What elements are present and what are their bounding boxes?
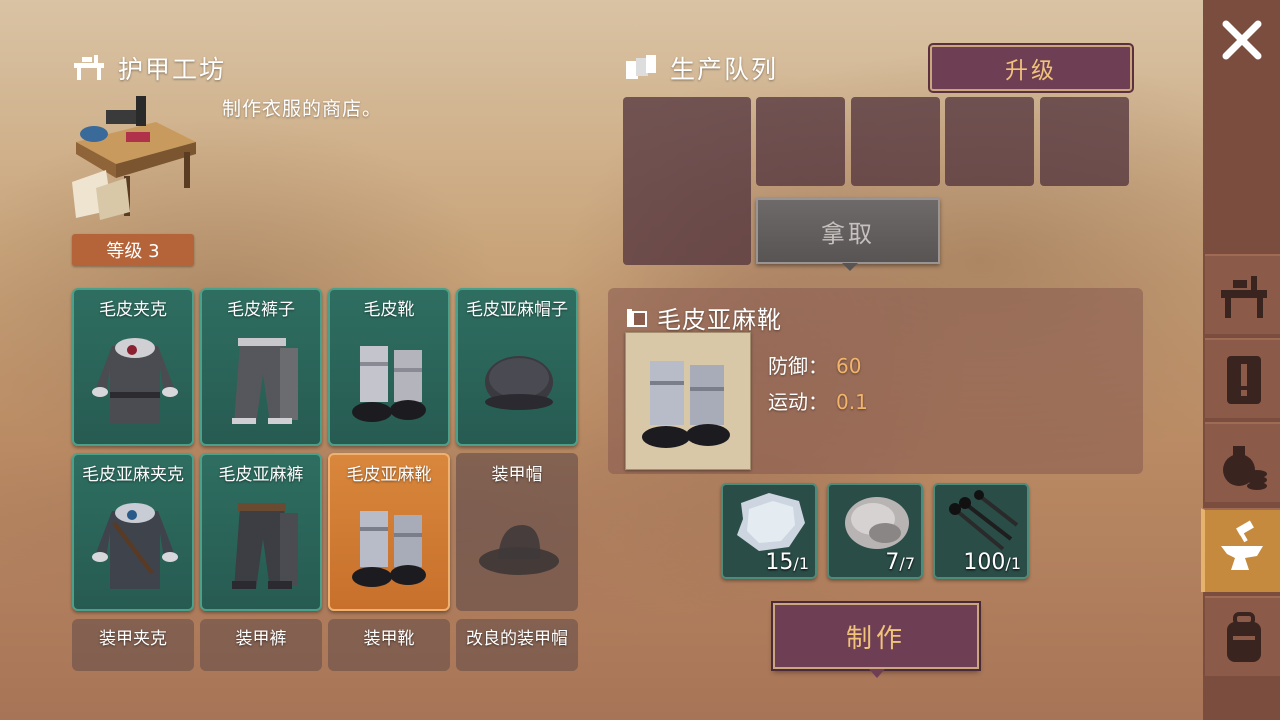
fur-hat-icon [485,356,553,410]
close-icon[interactable] [1214,12,1270,68]
item-name: 毛皮亚麻靴 [346,465,432,485]
defense-stat: 防御： 60 [768,350,861,379]
material-slot-fur[interactable]: 7/7 [827,483,923,579]
item-card-fur-linen-hat[interactable]: 毛皮亚麻帽子 [456,288,578,446]
fur-linen-boots-icon [642,361,730,448]
quest-scroll-icon [1227,356,1261,404]
queue-slot[interactable] [945,97,1034,186]
queue-slot[interactable] [1040,97,1129,186]
item-name: 装甲裤 [235,629,287,649]
coin-bag-icon [1223,446,1267,490]
queue-slot-main[interactable] [623,97,751,265]
item-card-fur-jacket[interactable]: 毛皮夹克 [72,288,194,446]
workshop-title-text: 护甲工坊 [118,55,227,84]
item-name: 改良的装甲帽 [466,629,568,649]
item-name: 毛皮裤子 [227,300,295,320]
hide-icon [737,493,805,551]
fur-linen-jacket-icon [92,503,178,589]
item-card-fur-pants[interactable]: 毛皮裤子 [200,288,322,446]
fur-jacket-icon [92,338,178,424]
item-card-armored-boots[interactable]: 装甲靴 [328,619,450,671]
material-slot-hide[interactable]: 15/1 [721,483,817,579]
material-count: 100/1 [963,550,1021,575]
item-name: 毛皮亚麻帽子 [466,300,568,320]
item-card-fur-linen-boots[interactable]: 毛皮亚麻靴 [328,453,450,611]
item-name: 毛皮靴 [363,300,415,320]
tab-quests[interactable] [1205,338,1280,418]
queue-title: 生产队列 [624,50,778,86]
item-card-fur-linen-jacket[interactable]: 毛皮亚麻夹克 [72,453,194,611]
movement-value: 0.1 [836,390,868,414]
armored-hat-icon [479,525,559,575]
queue-icon [626,55,656,79]
tab-backpack[interactable] [1205,596,1280,676]
fur-linen-pants-icon [232,503,298,589]
item-name: 毛皮亚麻裤 [218,465,304,485]
take-button[interactable]: 拿取 [756,198,940,271]
item-name: 毛皮亚麻夹克 [82,465,184,485]
item-name: 毛皮夹克 [99,300,167,320]
defense-label: 防御： [768,354,828,378]
workshop-title: 护甲工坊 [72,50,226,86]
item-card-armored-pants[interactable]: 装甲裤 [200,619,322,671]
backpack-icon [1227,612,1261,662]
workbench-icon [74,55,104,80]
fur-boots-icon [352,346,426,422]
item-card-fur-linen-pants[interactable]: 毛皮亚麻裤 [200,453,322,611]
anvil-icon [1221,520,1263,570]
fur-pants-icon [232,338,298,424]
workbench-icon [1221,276,1267,318]
queue-slot[interactable] [756,97,845,186]
material-slot-nails[interactable]: 100/1 [933,483,1029,579]
item-card-improved-armored-hat[interactable]: 改良的装甲帽 [456,619,578,671]
defense-value: 60 [836,354,862,378]
item-detail-title-text: 毛皮亚麻靴 [657,306,782,334]
tab-resources[interactable] [1205,422,1280,502]
item-card-fur-boots[interactable]: 毛皮靴 [328,288,450,446]
fur-linen-boots-icon [352,511,426,587]
workshop-level-badge: 等级 3 [72,234,194,266]
item-name: 装甲夹克 [99,629,167,649]
blueprint-icon [627,308,647,327]
craft-button[interactable]: 制作 [773,603,979,678]
material-count: 15/1 [765,550,809,575]
fur-icon [845,497,909,549]
material-count: 7/7 [885,550,915,575]
movement-label: 运动： [768,390,828,414]
item-detail-title: 毛皮亚麻靴 [625,300,782,335]
queue-title-text: 生产队列 [670,55,779,84]
nails-icon [949,490,1019,551]
upgrade-button[interactable]: 升级 [930,45,1132,91]
item-card-armored-hat[interactable]: 装甲帽 [456,453,578,611]
item-blueprint-image [625,332,751,470]
tab-workbench[interactable] [1205,254,1280,334]
movement-stat: 运动： 0.1 [768,386,868,415]
item-name: 装甲靴 [363,629,415,649]
queue-slot[interactable] [851,97,940,186]
item-card-armored-jacket[interactable]: 装甲夹克 [72,619,194,671]
workshop-description: 制作衣服的商店。 [222,98,383,120]
item-name: 装甲帽 [491,465,543,485]
workshop-bench-image [72,96,196,220]
tab-crafting[interactable] [1201,508,1280,592]
